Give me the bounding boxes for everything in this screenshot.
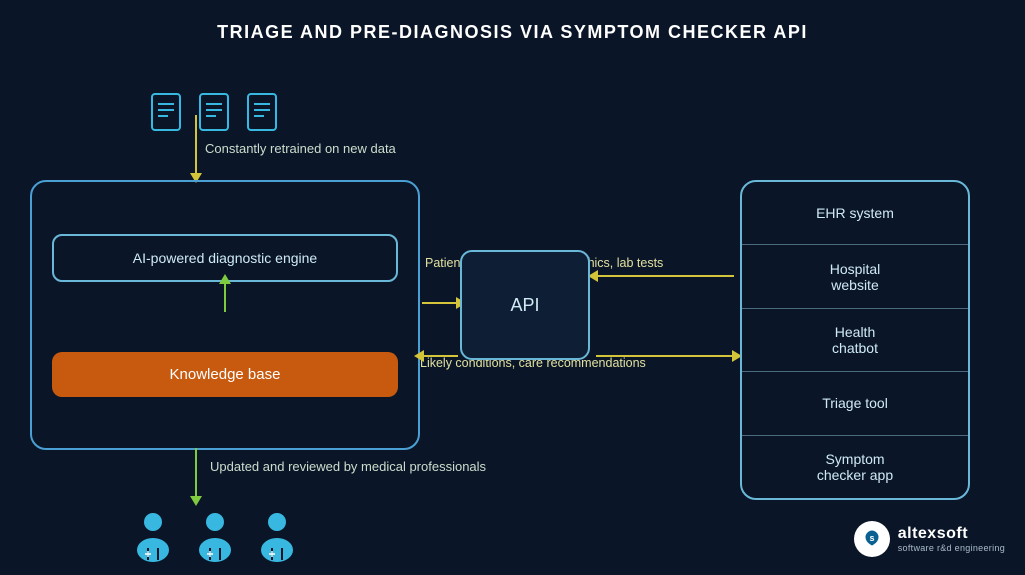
right-services-box: EHR system Hospitalwebsite Healthchatbot…: [740, 180, 970, 500]
doctor-icon-2: [192, 510, 238, 564]
right-box-ehr: EHR system: [742, 182, 968, 245]
arrow-api-to-box-bottom: [422, 355, 458, 357]
altexsoft-logo: s altexsoft software r&d engineering: [854, 521, 1005, 557]
arrow-kb-to-ai: [224, 282, 226, 312]
page-title: TRIAGE AND PRE-DIAGNOSIS VIA SYMPTOM CHE…: [0, 0, 1025, 53]
doc-icon-3: [246, 90, 282, 134]
arrow-box-to-doctors: [195, 448, 197, 498]
arrow-api-to-right: [596, 355, 734, 357]
arrow-box-to-api-top: [422, 302, 458, 304]
altexsoft-name: altexsoft: [898, 525, 1005, 543]
right-box-chatbot: Healthchatbot: [742, 309, 968, 372]
svg-text:s: s: [869, 533, 874, 543]
updated-label: Updated and reviewed by medical professi…: [210, 458, 486, 476]
right-box-symptom: Symptomchecker app: [742, 436, 968, 498]
doctor-icon-3: [254, 510, 300, 564]
right-box-triage: Triage tool: [742, 372, 968, 435]
api-box: API: [460, 250, 590, 360]
altexsoft-icon: s: [854, 521, 890, 557]
document-icons: [150, 90, 282, 134]
diagram-area: Constantly retrained on new data AI-powe…: [0, 60, 1025, 560]
arrow-docs-to-box: [195, 115, 197, 175]
doc-icon-1: [150, 90, 186, 134]
doctor-icons: [130, 510, 300, 564]
altexsoft-text-block: altexsoft software r&d engineering: [898, 525, 1005, 553]
right-box-hospital: Hospitalwebsite: [742, 245, 968, 308]
left-main-box: AI-powered diagnostic engine Knowledge b…: [30, 180, 420, 450]
altexsoft-svg-icon: s: [861, 528, 883, 550]
retrained-label: Constantly retrained on new data: [205, 140, 396, 158]
arrow-right-to-api: [596, 275, 734, 277]
doctor-icon-1: [130, 510, 176, 564]
knowledge-base-box: Knowledge base: [52, 352, 398, 397]
altexsoft-sub: software r&d engineering: [898, 543, 1005, 553]
doc-icon-2: [198, 90, 234, 134]
